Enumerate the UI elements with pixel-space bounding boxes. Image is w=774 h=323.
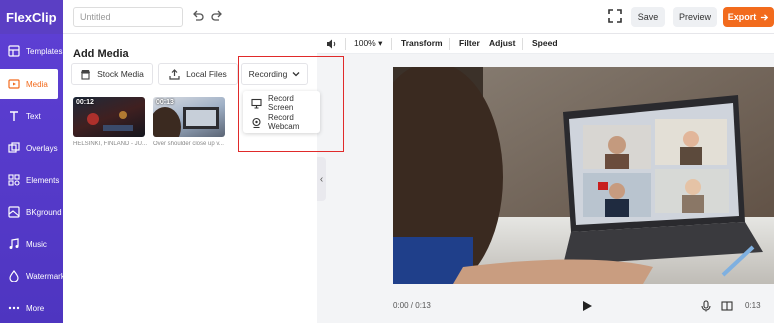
playback-controls: 0:00 / 0:13 0:13 <box>317 299 774 323</box>
sidebar-item-label: Templates <box>26 46 63 56</box>
overlays-icon <box>8 142 20 154</box>
flexclip-logo[interactable]: FlexClip <box>0 0 63 34</box>
preview-button[interactable]: Preview <box>673 7 717 27</box>
project-title-input[interactable]: Untitled <box>73 7 183 27</box>
video-preview[interactable] <box>393 67 774 284</box>
sidebar-item-watermark[interactable]: Watermark <box>0 261 65 291</box>
panel-title: Add Media <box>73 48 129 60</box>
fullscreen-icon[interactable] <box>608 9 622 23</box>
thumbnail-caption: HELSINKI, FINLAND - JU... <box>73 141 148 147</box>
stock-media-label: Stock Media <box>97 69 144 79</box>
collapse-panel-handle[interactable]: ‹ <box>317 157 326 201</box>
toolbar-divider <box>449 38 450 50</box>
redo-icon[interactable] <box>210 9 224 23</box>
adjust-button[interactable]: Adjust <box>489 38 515 48</box>
media-thumbnail[interactable]: 00:12 <box>73 97 145 137</box>
sidebar-item-more[interactable]: More <box>0 293 63 323</box>
top-bar: Untitled Save Preview Export <box>63 0 774 34</box>
toolbar-divider <box>391 38 392 50</box>
arrow-right-icon <box>761 13 769 21</box>
aspect-ratio-icon[interactable] <box>721 300 733 312</box>
elements-icon <box>8 174 20 186</box>
undo-icon[interactable] <box>191 9 205 23</box>
music-icon <box>8 238 20 250</box>
watermark-icon <box>8 270 20 282</box>
sidebar-item-label: Text <box>26 111 41 121</box>
annotation-highlight-box <box>238 56 344 152</box>
sidebar-item-label: Music <box>26 239 47 249</box>
playback-time: 0:00 / 0:13 <box>393 301 431 310</box>
more-icon <box>8 302 20 314</box>
save-button[interactable]: Save <box>631 7 665 27</box>
duration-label: 0:13 <box>745 301 761 310</box>
sidebar-item-label: Media <box>26 79 48 89</box>
upload-icon <box>169 68 180 80</box>
zoom-value: 100% <box>354 38 376 48</box>
thumbnail-duration: 00:12 <box>76 99 94 106</box>
sidebar-item-overlays[interactable]: Overlays <box>0 133 63 163</box>
sidebar-item-label: More <box>26 303 45 313</box>
speed-button[interactable]: Speed <box>532 38 558 48</box>
media-icon <box>8 78 20 90</box>
thumbnail-duration: 00:13 <box>156 99 174 106</box>
sidebar-item-elements[interactable]: Elements <box>0 165 63 195</box>
sidebar-item-label: Watermark <box>26 271 65 281</box>
play-icon[interactable] <box>581 300 593 312</box>
sidebar-item-label: BKground <box>26 207 62 217</box>
toolbar-divider <box>522 38 523 50</box>
toolbar-divider <box>345 38 346 50</box>
video-frame-image <box>393 67 774 284</box>
sidebar-item-text[interactable]: Text <box>0 101 63 131</box>
transform-button[interactable]: Transform <box>401 38 443 48</box>
chevron-left-icon: ‹ <box>319 173 324 185</box>
sidebar-item-media[interactable]: Media <box>0 69 58 99</box>
editor-area: 100% ▾ Transform Filter Adjust Speed 0:0… <box>317 34 774 323</box>
volume-icon[interactable] <box>326 38 338 50</box>
export-label: Export <box>727 12 757 22</box>
microphone-icon[interactable] <box>700 300 712 312</box>
thumbnail-caption: Over shoulder close up v... <box>153 141 224 147</box>
zoom-select[interactable]: 100% ▾ <box>354 38 382 49</box>
sidebar-item-bkground[interactable]: BKground <box>0 197 63 227</box>
templates-icon <box>8 45 20 57</box>
sidebar-item-label: Elements <box>26 175 60 185</box>
sidebar-item-templates[interactable]: Templates <box>0 36 63 66</box>
media-thumbnail[interactable]: 00:13 <box>153 97 225 137</box>
sidebar-item-label: Overlays <box>26 143 58 153</box>
filter-button[interactable]: Filter <box>459 38 480 48</box>
logo-text: FlexClip <box>6 9 57 25</box>
editor-toolbar: 100% ▾ Transform Filter Adjust Speed <box>317 34 774 54</box>
local-files-label: Local Files <box>186 69 227 79</box>
export-button[interactable]: Export <box>723 7 774 27</box>
text-icon <box>8 110 20 122</box>
background-icon <box>8 206 20 218</box>
sidebar-item-music[interactable]: Music <box>0 229 63 259</box>
sidebar: Templates Media Text Overlays Elements B… <box>0 34 65 323</box>
stock-media-button[interactable]: Stock Media <box>71 63 153 85</box>
local-files-button[interactable]: Local Files <box>158 63 238 85</box>
store-icon <box>80 69 91 80</box>
